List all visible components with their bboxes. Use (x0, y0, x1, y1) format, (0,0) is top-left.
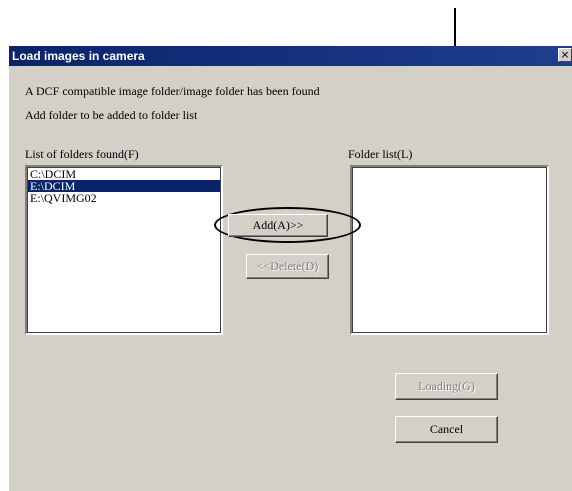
title-bar[interactable]: Load images in camera × (9, 46, 572, 66)
loading-button[interactable]: Loading(G) (395, 373, 498, 400)
folder-list-listbox[interactable] (350, 165, 549, 335)
delete-button[interactable]: <<Delete(D) (246, 254, 329, 279)
message-line-1: A DCF compatible image folder/image fold… (25, 84, 320, 98)
message-line-2: Add folder to be added to folder list (25, 108, 198, 122)
list-item[interactable]: E:\QVIMG02 (28, 192, 220, 204)
close-icon: × (560, 48, 570, 61)
load-images-dialog: Load images in camera × A DCF compatible… (9, 46, 572, 491)
folder-list-label: Folder list(L) (348, 147, 413, 161)
add-button[interactable]: Add(A)>> (228, 214, 328, 237)
close-button[interactable]: × (558, 48, 572, 62)
cancel-button[interactable]: Cancel (395, 416, 498, 443)
found-list-label: List of folders found(F) (25, 147, 139, 161)
dialog-title: Load images in camera (12, 49, 145, 63)
found-folders-listbox[interactable]: C:\DCIM E:\DCIM E:\QVIMG02 (25, 165, 223, 335)
